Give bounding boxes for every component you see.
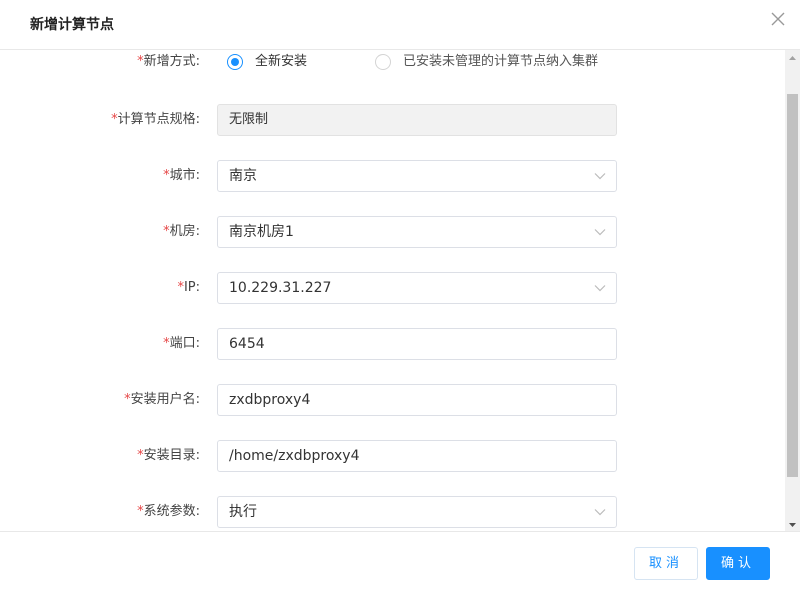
sys-params-label: *系统参数:	[137, 504, 200, 519]
radio-checked-icon	[227, 54, 243, 70]
sys-params-row: *系统参数: 执行	[0, 496, 785, 528]
ip-row: *IP: 10.229.31.227	[0, 272, 785, 304]
install-user-row: *安装用户名: zxdbproxy4	[0, 384, 785, 416]
city-select[interactable]: 南京	[217, 160, 617, 192]
room-row: *机房: 南京机房1	[0, 216, 785, 248]
dialog-footer: 取消 确认	[0, 531, 800, 597]
confirm-button[interactable]: 确认	[706, 547, 770, 580]
install-mode-label: *新增方式:	[137, 54, 200, 69]
install-user-label: *安装用户名:	[124, 392, 200, 407]
cancel-button[interactable]: 取消	[634, 547, 698, 580]
sys-params-select-value: 执行	[229, 504, 257, 520]
port-row: *端口: 6454	[0, 328, 785, 360]
chevron-down-icon	[594, 507, 606, 517]
dialog-body: *新增方式: 全新安装 已安装未管理的计算节点纳入集群 *计算节点规格: 无限制…	[0, 50, 785, 531]
city-select-value: 南京	[229, 168, 257, 184]
port-input[interactable]: 6454	[217, 328, 617, 360]
spec-row: *计算节点规格: 无限制	[0, 104, 785, 136]
city-row: *城市: 南京	[0, 160, 785, 192]
spec-field: 无限制	[217, 104, 617, 136]
ip-select[interactable]: 10.229.31.227	[217, 272, 617, 304]
chevron-down-icon	[594, 283, 606, 293]
ip-label: *IP:	[177, 280, 200, 295]
scrollbar-thumb[interactable]	[787, 94, 798, 477]
spec-label: *计算节点规格:	[111, 112, 200, 127]
port-label: *端口:	[163, 336, 200, 351]
ip-select-value: 10.229.31.227	[229, 280, 332, 296]
room-label: *机房:	[163, 224, 200, 239]
install-dir-input[interactable]: /home/zxdbproxy4	[217, 440, 617, 472]
radio-unchecked-icon	[375, 54, 391, 70]
scroll-up-arrow-icon[interactable]	[785, 50, 800, 64]
room-select-value: 南京机房1	[229, 224, 294, 240]
city-label: *城市:	[163, 168, 200, 183]
dialog-title: 新增计算节点	[30, 17, 114, 33]
chevron-down-icon	[594, 227, 606, 237]
install-user-input[interactable]: zxdbproxy4	[217, 384, 617, 416]
sys-params-select[interactable]: 执行	[217, 496, 617, 528]
room-select[interactable]: 南京机房1	[217, 216, 617, 248]
install-mode-row: *新增方式: 全新安装 已安装未管理的计算节点纳入集群	[0, 50, 785, 80]
install-dir-label: *安装目录:	[137, 448, 200, 463]
scroll-down-arrow-icon[interactable]	[785, 517, 800, 531]
close-icon[interactable]	[768, 9, 788, 29]
add-compute-node-dialog: 新增计算节点 *新增方式: 全新安装 已安装未管理的计算节点纳入集群 *计算节点…	[0, 0, 800, 597]
vertical-scrollbar[interactable]	[785, 50, 800, 531]
dialog-header: 新增计算节点	[0, 0, 800, 50]
chevron-down-icon	[594, 171, 606, 181]
install-dir-row: *安装目录: /home/zxdbproxy4	[0, 440, 785, 472]
